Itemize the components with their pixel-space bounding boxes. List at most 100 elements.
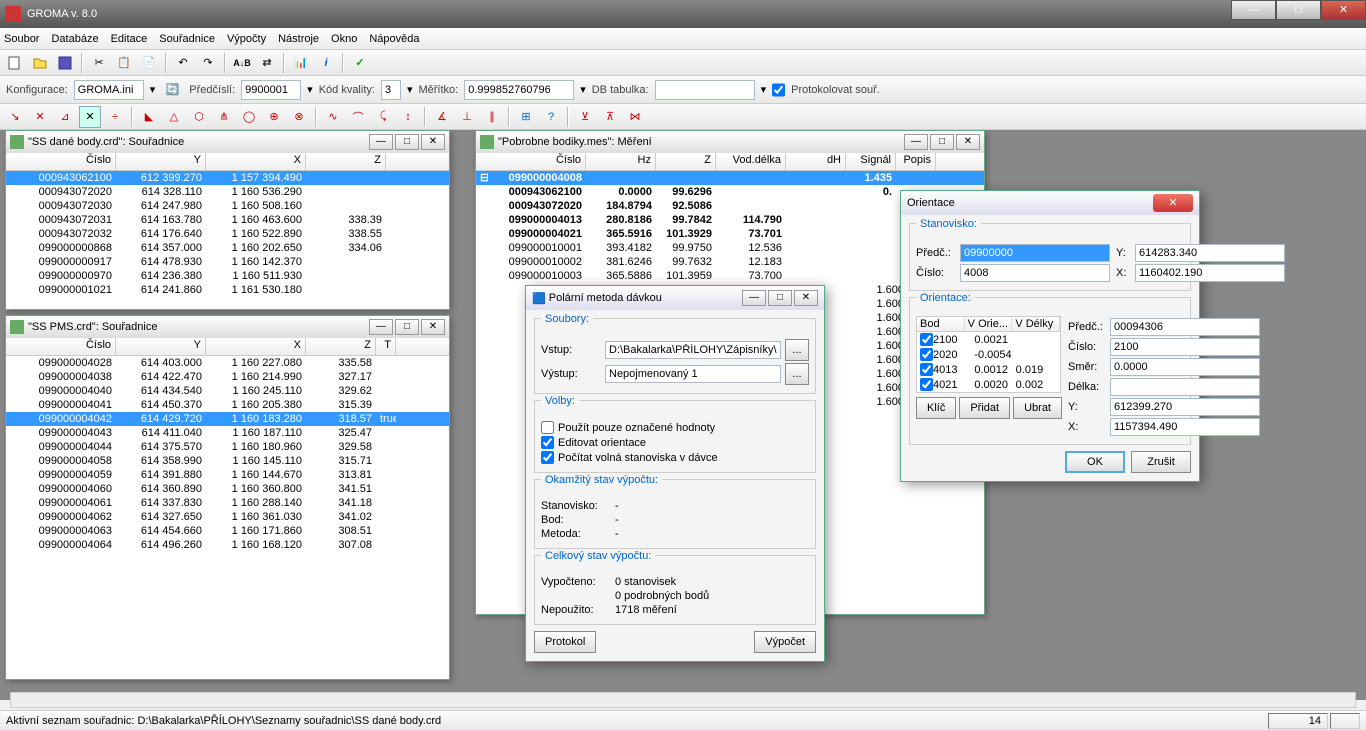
table-row[interactable]: 099000004059614 391.8801 160 144.670313.… (6, 468, 449, 482)
x2-input[interactable] (1110, 418, 1260, 436)
konfigurace-input[interactable] (74, 80, 144, 100)
table-row[interactable]: 099000004060614 360.8901 160 360.800341.… (6, 482, 449, 496)
browse-button[interactable]: ... (785, 339, 809, 361)
table-row[interactable]: 099000000868614 357.0001 160 202.650334.… (6, 241, 449, 255)
orient-row[interactable]: 21000.0021 (917, 332, 1060, 347)
calc-icon[interactable]: ⌒ (347, 106, 369, 128)
table-row[interactable]: 099000004058614 358.9901 160 145.110315.… (6, 454, 449, 468)
vypocet-button[interactable]: Výpočet (754, 631, 816, 653)
calc-icon[interactable]: ✕ (79, 106, 101, 128)
table-row[interactable]: 099000004038614 422.4701 160 214.990327.… (6, 370, 449, 384)
minimize-button[interactable]: — (904, 134, 928, 150)
save-icon[interactable] (54, 52, 76, 74)
vystup-input[interactable] (605, 365, 781, 383)
calc-icon[interactable]: ∡ (431, 106, 453, 128)
table-row[interactable]: 099000004041614 450.3701 160 205.380315.… (6, 398, 449, 412)
menu-napoveda[interactable]: Nápověda (369, 33, 419, 45)
minimize-button[interactable]: — (1231, 0, 1276, 20)
zrusit-button[interactable]: Zrušit (1131, 451, 1191, 473)
calc-icon[interactable]: ✕ (29, 106, 51, 128)
table-row[interactable]: 099000004028614 403.0001 160 227.080335.… (6, 356, 449, 370)
calc-icon[interactable]: ↕ (397, 106, 419, 128)
calc-icon[interactable]: ⤹ (372, 106, 394, 128)
opt1-checkbox[interactable] (541, 421, 554, 434)
undo-icon[interactable]: ↶ (172, 52, 194, 74)
dropdown-icon[interactable]: ▾ (307, 83, 313, 96)
menu-nastroje[interactable]: Nástroje (278, 33, 319, 45)
meritko-input[interactable] (464, 80, 574, 100)
smer-input[interactable] (1110, 358, 1260, 376)
orient-row[interactable]: 2020-0.0054 (917, 347, 1060, 362)
calc-icon[interactable]: ⋔ (213, 106, 235, 128)
window-titlebar[interactable]: "Pobrobne bodiky.mes": Měření —□✕ (476, 131, 984, 153)
cut-icon[interactable]: ✂ (88, 52, 110, 74)
table-row[interactable]: 099000000970614 236.3801 160 511.930 (6, 269, 449, 283)
window-titlebar[interactable]: "SS PMS.crd": Souřadnice —□✕ (6, 316, 449, 338)
table-row[interactable]: 099000004042614 429.7201 160 183.280318.… (6, 412, 449, 426)
browse-button[interactable]: ... (785, 363, 809, 385)
calc-icon[interactable]: ◣ (138, 106, 160, 128)
new-icon[interactable] (4, 52, 26, 74)
maximize-button[interactable]: □ (1276, 0, 1321, 20)
ubrat-button[interactable]: Ubrat (1013, 397, 1062, 419)
dropdown-icon[interactable]: ▾ (580, 83, 586, 96)
horizontal-scrollbar[interactable] (10, 692, 1356, 708)
table-row[interactable]: 099000000917614 478.9301 160 142.370 (6, 255, 449, 269)
y2-input[interactable] (1110, 398, 1260, 416)
table-row[interactable]: 000943072020614 328.1101 160 536.290 (6, 185, 449, 199)
table-row[interactable]: 099000004043614 411.0401 160 187.110325.… (6, 426, 449, 440)
refresh-icon[interactable]: 🔄 (161, 79, 183, 101)
chart-icon[interactable]: 📊 (290, 52, 312, 74)
opt2-checkbox[interactable] (541, 436, 554, 449)
orient-checkbox[interactable] (920, 378, 933, 391)
menu-soubor[interactable]: Soubor (4, 33, 39, 45)
table-row[interactable]: 099000004064614 496.2601 160 168.120307.… (6, 538, 449, 552)
orient-checkbox[interactable] (920, 333, 933, 346)
table-row[interactable]: 099000004040614 434.5401 160 245.110329.… (6, 384, 449, 398)
table-row[interactable]: 099000004044614 375.5701 160 180.960329.… (6, 440, 449, 454)
opt3-checkbox[interactable] (541, 451, 554, 464)
copy-icon[interactable]: 📋 (113, 52, 135, 74)
check-icon[interactable]: ✓ (349, 52, 371, 74)
calc-icon[interactable]: ⊥ (456, 106, 478, 128)
table-row[interactable]: 000943072031614 163.7801 160 463.600338.… (6, 213, 449, 227)
close-button[interactable]: ✕ (421, 319, 445, 335)
open-icon[interactable] (29, 52, 51, 74)
cislo2-input[interactable] (1110, 338, 1260, 356)
close-button[interactable]: ✕ (1153, 194, 1193, 212)
info-icon[interactable]: i (315, 52, 337, 74)
minimize-button[interactable]: — (742, 290, 766, 306)
minimize-button[interactable]: — (369, 134, 393, 150)
predc2-input[interactable] (1110, 318, 1260, 336)
minimize-button[interactable]: — (369, 319, 393, 335)
klic-button[interactable]: Klíč (916, 397, 956, 419)
table-row[interactable]: 099000004061614 337.8301 160 288.140341.… (6, 496, 449, 510)
close-button[interactable]: ✕ (956, 134, 980, 150)
delka-input[interactable] (1110, 378, 1260, 396)
pridat-button[interactable]: Přidat (959, 397, 1010, 419)
calc-icon[interactable]: ⊗ (288, 106, 310, 128)
table-row[interactable]: 099000004062614 327.6501 160 361.030341.… (6, 510, 449, 524)
table-body[interactable]: 000943062100612 399.2701 157 394.4900009… (6, 171, 449, 309)
calc-icon[interactable]: ÷ (104, 106, 126, 128)
calc-icon[interactable]: ⊞ (515, 106, 537, 128)
maximize-button[interactable]: □ (395, 319, 419, 335)
maximize-button[interactable]: □ (930, 134, 954, 150)
orient-checkbox[interactable] (920, 363, 933, 376)
orient-row[interactable]: 40130.00120.019 (917, 362, 1060, 377)
calc-icon[interactable]: ⊻ (574, 106, 596, 128)
x-input[interactable] (1135, 264, 1285, 282)
y-input[interactable] (1135, 244, 1285, 262)
redo-icon[interactable]: ↷ (197, 52, 219, 74)
orient-checkbox[interactable] (920, 348, 933, 361)
menu-okno[interactable]: Okno (331, 33, 357, 45)
calc-icon[interactable]: ⊿ (54, 106, 76, 128)
calc-icon[interactable]: ∥ (481, 106, 503, 128)
table-body[interactable]: 099000004028614 403.0001 160 227.080335.… (6, 356, 449, 676)
window-titlebar[interactable]: "SS dané body.crd": Souřadnice —□✕ (6, 131, 449, 153)
calc-icon[interactable]: ⊼ (599, 106, 621, 128)
calc-icon[interactable]: ∿ (322, 106, 344, 128)
close-button[interactable]: ✕ (794, 290, 818, 306)
table-row[interactable]: 000943072030614 247.9801 160 508.160 (6, 199, 449, 213)
table-row[interactable]: 000943062100612 399.2701 157 394.490 (6, 171, 449, 185)
